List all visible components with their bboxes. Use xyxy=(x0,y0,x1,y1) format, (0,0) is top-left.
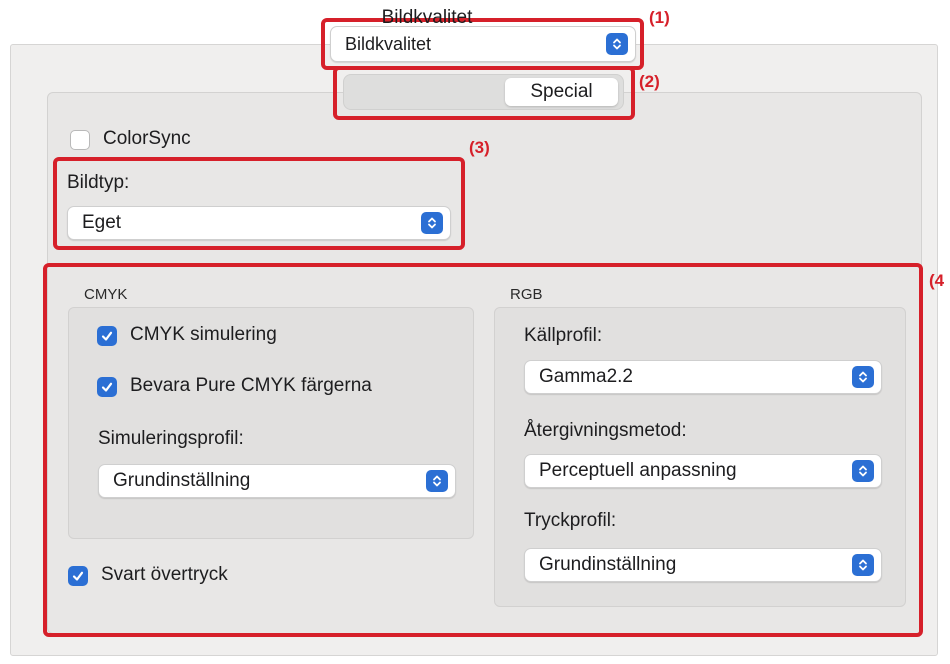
source-profile-popup[interactable]: Gamma2.2 xyxy=(524,360,882,394)
annotation-marker-2: (2) xyxy=(639,72,660,91)
chevron-updown-icon xyxy=(852,554,874,576)
annotation-marker-3: (3) xyxy=(469,138,490,157)
cmyk-simulation-label: CMYK simulering xyxy=(130,324,277,345)
print-profile-popup[interactable]: Grundinställning xyxy=(524,548,882,582)
chevron-updown-icon xyxy=(852,366,874,388)
bildtyp-popup-value: Eget xyxy=(82,212,122,233)
tab-bildkvalitet[interactable]: Bildkvalitet xyxy=(352,4,502,32)
chevron-updown-icon xyxy=(426,470,448,492)
preserve-cmyk-label: Bevara Pure CMYK färgerna xyxy=(130,375,372,396)
chevron-updown-icon xyxy=(421,212,443,234)
bildtyp-label: Bildtyp: xyxy=(67,172,130,193)
simulation-profile-label: Simuleringsprofil: xyxy=(98,428,244,449)
simulation-profile-popup[interactable]: Grundinställning xyxy=(98,464,456,498)
print-profile-label: Tryckprofil: xyxy=(524,510,617,531)
rendering-method-label: Återgivningsmetod: xyxy=(524,420,687,441)
cmyk-simulation-checkbox[interactable] xyxy=(97,326,117,346)
source-profile-value: Gamma2.2 xyxy=(539,366,633,387)
black-overprint-label: Svart övertryck xyxy=(101,564,228,585)
black-overprint-checkbox[interactable] xyxy=(68,566,88,586)
annotation-marker-1: (1) xyxy=(649,8,670,27)
rendering-method-value: Perceptuell anpassning xyxy=(539,460,737,481)
colorsync-checkbox[interactable] xyxy=(70,130,90,150)
bildtyp-popup[interactable]: Eget xyxy=(67,206,451,240)
source-profile-label: Källprofil: xyxy=(524,325,603,346)
colorsync-label: ColorSync xyxy=(103,128,191,149)
chevron-updown-icon xyxy=(852,460,874,482)
annotation-marker-4: (4 xyxy=(929,271,945,290)
checkmark-icon xyxy=(101,331,113,341)
cmyk-section-title: CMYK xyxy=(84,286,128,303)
checkmark-icon xyxy=(101,382,113,392)
rendering-method-popup[interactable]: Perceptuell anpassning xyxy=(524,454,882,488)
preserve-cmyk-checkbox[interactable] xyxy=(97,377,117,397)
print-profile-value: Grundinställning xyxy=(539,554,677,575)
simulation-profile-value: Grundinställning xyxy=(113,470,251,491)
rgb-section-title: RGB xyxy=(510,286,543,303)
annotation-box-2 xyxy=(333,66,635,120)
checkmark-icon xyxy=(72,571,84,581)
